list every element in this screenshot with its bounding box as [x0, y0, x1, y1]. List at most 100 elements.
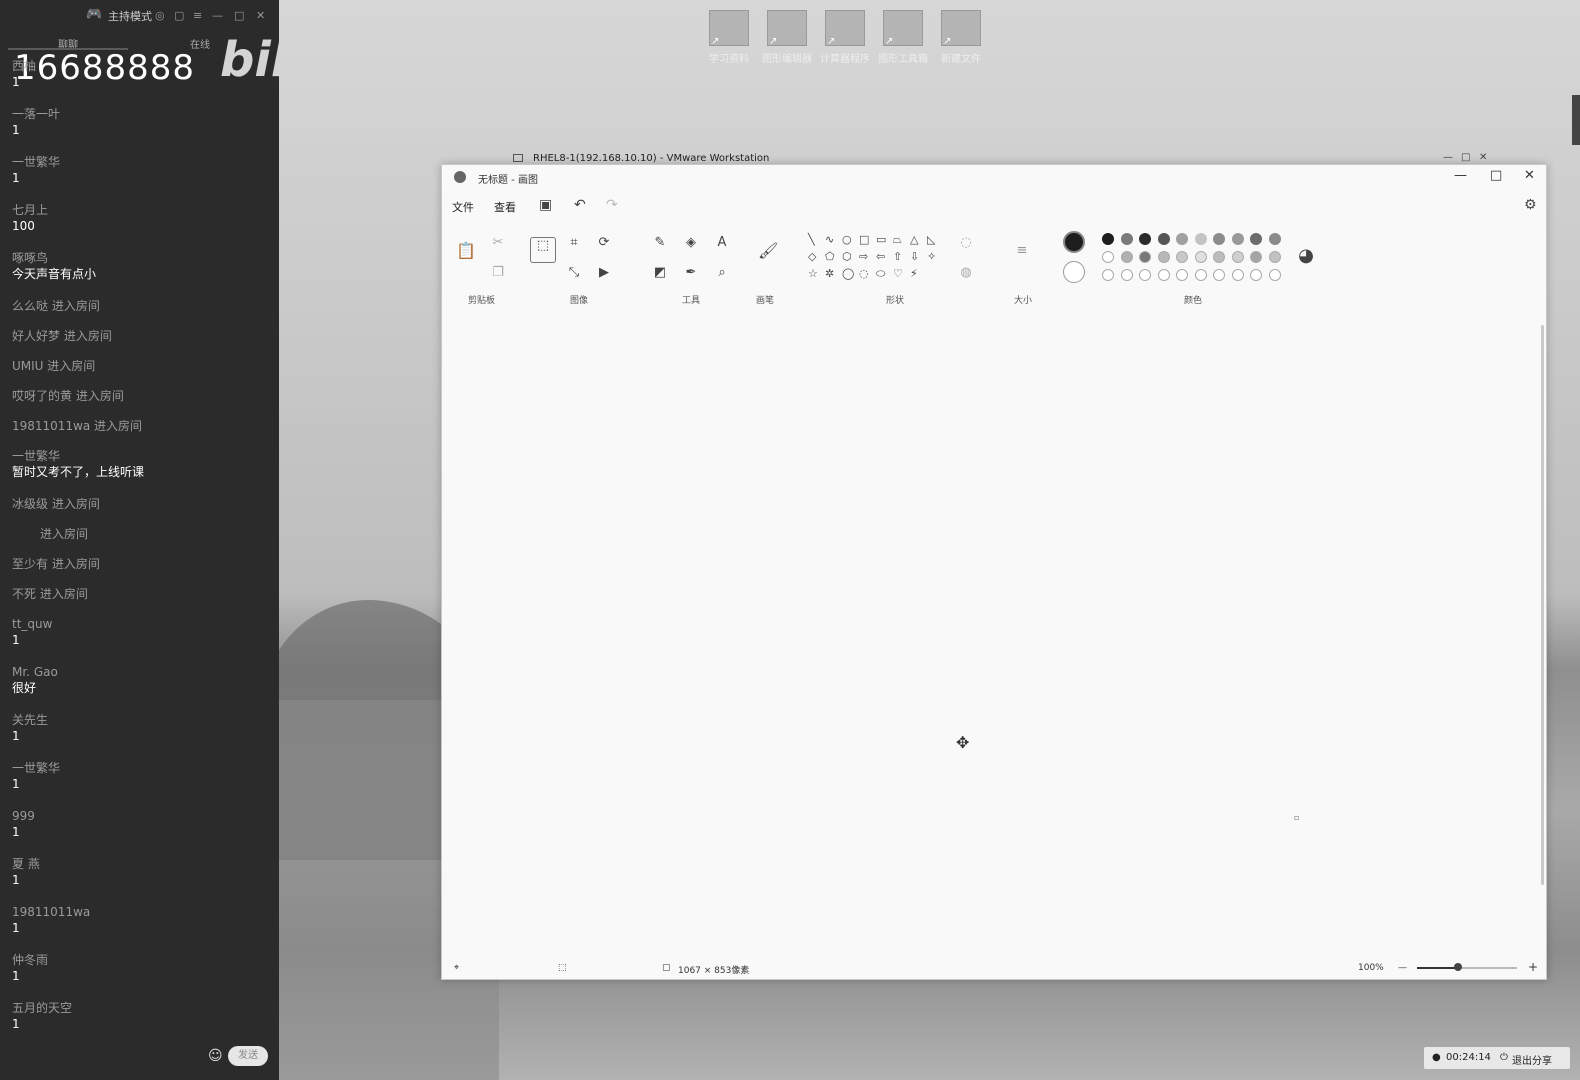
color1-swatch[interactable]: [1063, 231, 1085, 253]
eraser-icon[interactable]: ◩: [652, 265, 668, 280]
color-swatch[interactable]: [1176, 269, 1188, 281]
chat-username[interactable]: 一世繁华: [12, 760, 60, 776]
color-swatch[interactable]: [1102, 251, 1114, 263]
select-icon[interactable]: ⬚: [530, 237, 556, 263]
rotate-icon[interactable]: ⟳: [596, 235, 612, 250]
drawing-canvas[interactable]: ✥ ▫: [442, 309, 1546, 959]
color-swatch[interactable]: [1213, 269, 1225, 281]
vm-maximize-icon[interactable]: □: [1461, 152, 1470, 163]
resize-icon[interactable]: ⤡: [566, 265, 582, 280]
color-swatch[interactable]: [1194, 233, 1207, 245]
chat-username[interactable]: 999: [12, 808, 35, 824]
text-icon[interactable]: A: [714, 235, 730, 250]
color-swatch[interactable]: [1268, 233, 1281, 245]
vm-minimize-icon[interactable]: —: [1443, 152, 1453, 163]
shape-option-icon[interactable]: ▭: [876, 233, 886, 246]
chat-username[interactable]: 五月的天空: [12, 1000, 72, 1016]
close-icon[interactable]: ✕: [256, 9, 265, 22]
minimize-icon[interactable]: —: [1454, 168, 1467, 183]
pencil-icon[interactable]: ✎: [652, 235, 668, 250]
shape-option-icon[interactable]: ∿: [825, 233, 834, 246]
color-swatch[interactable]: [1139, 251, 1151, 263]
brush-icon[interactable]: 🖌: [758, 241, 778, 260]
menu-file[interactable]: 文件: [452, 199, 474, 215]
copy-icon[interactable]: ❐: [490, 265, 506, 280]
color-swatch[interactable]: [1120, 269, 1133, 281]
color-swatch[interactable]: [1231, 269, 1244, 281]
color-swatch[interactable]: [1139, 269, 1151, 281]
chat-username[interactable]: 关先生: [12, 712, 48, 728]
color-swatch[interactable]: [1231, 251, 1244, 263]
chat-username[interactable]: 啄啄鸟: [12, 250, 96, 266]
color-swatch[interactable]: [1213, 251, 1225, 263]
undo-icon[interactable]: ↶: [574, 197, 586, 213]
shape-option-icon[interactable]: ☆: [808, 267, 818, 280]
magnifier-icon[interactable]: ⌕: [714, 265, 730, 280]
shape-option-icon[interactable]: □: [859, 233, 869, 246]
settings-icon[interactable]: ◎: [155, 9, 165, 22]
vm-close-icon[interactable]: ✕: [1479, 152, 1487, 163]
color-swatch[interactable]: [1157, 269, 1170, 281]
zoom-slider-handle[interactable]: [1454, 963, 1462, 971]
shape-option-icon[interactable]: ♡: [893, 267, 903, 280]
shape-option-icon[interactable]: ⚡: [910, 267, 918, 280]
cut-icon[interactable]: ✂: [490, 235, 506, 250]
shape-fill-icon[interactable]: ◍: [958, 265, 974, 280]
paste-icon[interactable]: 📋: [456, 241, 476, 260]
emoji-icon[interactable]: ☺: [208, 1048, 223, 1064]
shape-option-icon[interactable]: ◌: [859, 267, 869, 280]
resize-handle[interactable]: ▫: [1294, 813, 1299, 822]
color-swatch[interactable]: [1268, 251, 1281, 263]
color-swatch[interactable]: [1120, 251, 1133, 263]
zoom-slider[interactable]: [1417, 967, 1517, 969]
chat-username[interactable]: 一世繁华: [12, 154, 60, 170]
maximize-icon[interactable]: □: [1490, 168, 1502, 183]
color-swatch[interactable]: [1139, 233, 1151, 245]
crop-icon[interactable]: ⌗: [566, 235, 582, 250]
shape-option-icon[interactable]: ◺: [927, 233, 935, 246]
color-swatch[interactable]: [1231, 233, 1244, 245]
close-icon[interactable]: ✕: [1524, 168, 1535, 183]
shape-option-icon[interactable]: ◯: [842, 267, 854, 280]
color-swatch[interactable]: [1250, 269, 1262, 281]
desktop-scrollbar[interactable]: [1572, 95, 1580, 145]
minimize-icon[interactable]: —: [212, 9, 223, 22]
maximize-icon[interactable]: □: [234, 9, 244, 22]
send-button[interactable]: 发送: [228, 1046, 268, 1066]
redo-icon[interactable]: ↷: [606, 197, 618, 213]
shape-option-icon[interactable]: ⏢: [893, 233, 902, 247]
exit-share-button[interactable]: 退出分享: [1512, 1052, 1552, 1067]
desktop-icon[interactable]: 计算器程序: [819, 10, 871, 65]
color-swatch[interactable]: [1250, 233, 1262, 245]
shape-option-icon[interactable]: ╲: [808, 233, 815, 246]
shape-option-icon[interactable]: ⇨: [859, 250, 868, 263]
color-swatch[interactable]: [1213, 233, 1225, 245]
menu-icon[interactable]: ≡: [193, 9, 202, 22]
color-picker-icon[interactable]: ✒: [683, 265, 699, 280]
chat-username[interactable]: Mr. Gao: [12, 664, 58, 680]
settings-icon[interactable]: ⚙: [1524, 197, 1537, 213]
desktop-icon[interactable]: 学习资料: [703, 10, 755, 65]
color-swatch[interactable]: [1176, 233, 1188, 245]
color-swatch[interactable]: [1194, 251, 1207, 263]
fill-icon[interactable]: ◈: [683, 235, 699, 250]
desktop-icon[interactable]: 新建文件: [935, 10, 987, 65]
color-swatch[interactable]: [1102, 269, 1114, 281]
exit-icon[interactable]: ⏻: [1500, 1052, 1508, 1063]
chat-username[interactable]: 夏 燕: [12, 856, 40, 872]
save-icon[interactable]: ▣: [539, 197, 552, 213]
size-icon[interactable]: ≡: [1014, 243, 1030, 258]
color-swatch[interactable]: [1102, 233, 1114, 245]
shape-option-icon[interactable]: ◇: [808, 250, 816, 263]
chat-username[interactable]: 仲冬雨: [12, 952, 48, 968]
shape-option-icon[interactable]: ⇦: [876, 250, 885, 263]
chat-username[interactable]: 西柚: [12, 58, 36, 74]
chat-username[interactable]: 七月上: [12, 202, 48, 218]
shape-option-icon[interactable]: ⇧: [893, 250, 902, 263]
flip-icon[interactable]: ▶: [596, 265, 612, 280]
shape-option-icon[interactable]: ⇩: [910, 250, 919, 263]
shape-option-icon[interactable]: ✧: [927, 250, 936, 263]
shape-option-icon[interactable]: ✲: [825, 267, 834, 280]
color-swatch[interactable]: [1157, 251, 1170, 263]
chat-username[interactable]: tt_quw: [12, 616, 52, 632]
